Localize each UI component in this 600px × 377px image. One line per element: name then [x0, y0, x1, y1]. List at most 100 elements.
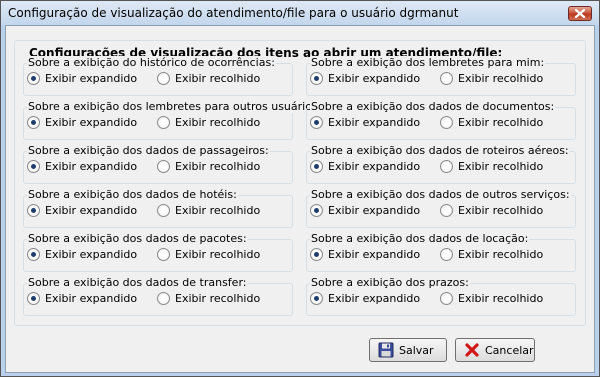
- radio-exibir-recolhido[interactable]: Exibir recolhido: [440, 204, 543, 217]
- option-group-label: Sobre a exibição dos dados de locação:: [310, 232, 530, 245]
- radio-button-indicator[interactable]: [157, 204, 170, 217]
- red-x-icon: [465, 343, 479, 357]
- option-group: Sobre a exibição dos dados de locação: Ex…: [306, 232, 576, 272]
- radio-button-indicator[interactable]: [157, 116, 170, 129]
- radio-exibir-recolhido[interactable]: Exibir recolhido: [157, 248, 260, 261]
- radio-label: Exibir expandido: [328, 248, 421, 261]
- radio-label: Exibir expandido: [45, 292, 138, 305]
- option-group-label: Sobre a exibição do histórico de ocorrên…: [27, 56, 276, 69]
- radio-button-indicator[interactable]: [27, 72, 40, 85]
- option-group: Sobre a exibição dos dados de hotéis: Exi…: [23, 188, 293, 228]
- option-group: Sobre a exibição dos dados de roteiros a…: [306, 144, 576, 184]
- radio-button-indicator[interactable]: [440, 160, 453, 173]
- option-group: Sobre a exibição dos dados de documentos…: [306, 100, 576, 140]
- radio-button-indicator[interactable]: [440, 116, 453, 129]
- cancel-button-label: Cancelar: [485, 343, 534, 357]
- radio-button-indicator[interactable]: [27, 116, 40, 129]
- radio-label: Exibir expandido: [328, 160, 421, 173]
- radio-button-indicator[interactable]: [27, 292, 40, 305]
- radio-label: Exibir recolhido: [458, 292, 544, 305]
- option-group: Sobre a exibição dos dados de pacotes: Ex…: [23, 232, 293, 272]
- option-group: Sobre a exibição dos dados de outros ser…: [306, 188, 576, 228]
- option-group-label: Sobre a exibição dos lembretes para mim:: [310, 56, 546, 69]
- radio-exibir-recolhido[interactable]: Exibir recolhido: [440, 292, 543, 305]
- dialog-window: Configuração de visualização do atendime…: [0, 0, 600, 377]
- radio-exibir-expandido[interactable]: Exibir expandido: [27, 160, 137, 173]
- radio-exibir-expandido[interactable]: Exibir expandido: [310, 72, 420, 85]
- radio-button-indicator[interactable]: [310, 160, 323, 173]
- radio-button-indicator[interactable]: [440, 204, 453, 217]
- dialog-client-area: Configurações de visualização dos itens …: [5, 25, 595, 373]
- radio-exibir-recolhido[interactable]: Exibir recolhido: [440, 72, 543, 85]
- radio-button-indicator[interactable]: [157, 72, 170, 85]
- radio-exibir-expandido[interactable]: Exibir expandido: [27, 248, 137, 261]
- radio-label: Exibir recolhido: [458, 248, 544, 261]
- radio-exibir-recolhido[interactable]: Exibir recolhido: [440, 160, 543, 173]
- floppy-disk-icon: [378, 342, 394, 358]
- radio-exibir-recolhido[interactable]: Exibir recolhido: [157, 204, 260, 217]
- option-group-label: Sobre a exibição dos dados de outros ser…: [310, 188, 571, 201]
- radio-button-indicator[interactable]: [157, 160, 170, 173]
- radio-label: Exibir expandido: [328, 116, 421, 129]
- radio-label: Exibir expandido: [328, 72, 421, 85]
- radio-exibir-recolhido[interactable]: Exibir recolhido: [440, 116, 543, 129]
- radio-button-indicator[interactable]: [27, 204, 40, 217]
- radio-button-indicator[interactable]: [310, 116, 323, 129]
- radio-exibir-recolhido[interactable]: Exibir recolhido: [157, 292, 260, 305]
- option-group-label: Sobre a exibição dos dados de documentos…: [310, 100, 556, 113]
- save-button[interactable]: Salvar: [369, 338, 447, 362]
- radio-button-indicator[interactable]: [157, 248, 170, 261]
- radio-label: Exibir recolhido: [175, 292, 261, 305]
- close-icon: [575, 9, 585, 18]
- radio-exibir-recolhido[interactable]: Exibir recolhido: [440, 248, 543, 261]
- option-group-label: Sobre a exibição dos dados de roteiros a…: [310, 144, 570, 157]
- radio-button-indicator[interactable]: [440, 292, 453, 305]
- radio-label: Exibir recolhido: [458, 116, 544, 129]
- radio-button-indicator[interactable]: [440, 248, 453, 261]
- radio-exibir-expandido[interactable]: Exibir expandido: [27, 292, 137, 305]
- radio-label: Exibir expandido: [45, 72, 138, 85]
- radio-label: Exibir recolhido: [458, 72, 544, 85]
- radio-label: Exibir expandido: [45, 248, 138, 261]
- radio-button-indicator[interactable]: [310, 72, 323, 85]
- option-group-label: Sobre a exibição dos dados de pacotes:: [27, 232, 248, 245]
- option-group-label: Sobre a exibição dos dados de hotéis:: [27, 188, 238, 201]
- radio-button-indicator[interactable]: [157, 292, 170, 305]
- radio-exibir-expandido[interactable]: Exibir expandido: [310, 160, 420, 173]
- radio-exibir-expandido[interactable]: Exibir expandido: [310, 116, 420, 129]
- radio-button-indicator[interactable]: [440, 72, 453, 85]
- radio-label: Exibir recolhido: [175, 248, 261, 261]
- radio-label: Exibir expandido: [45, 160, 138, 173]
- radio-exibir-expandido[interactable]: Exibir expandido: [27, 72, 137, 85]
- radio-label: Exibir recolhido: [458, 160, 544, 173]
- cancel-button[interactable]: Cancelar: [455, 338, 535, 362]
- radio-label: Exibir recolhido: [175, 72, 261, 85]
- option-group: Sobre a exibição dos dados de transfer: E…: [23, 276, 293, 316]
- radio-button-indicator[interactable]: [310, 204, 323, 217]
- radio-button-indicator[interactable]: [27, 160, 40, 173]
- radio-label: Exibir expandido: [45, 116, 138, 129]
- radio-label: Exibir expandido: [45, 204, 138, 217]
- option-group: Sobre a exibição do histórico de ocorrên…: [23, 56, 293, 96]
- radio-label: Exibir recolhido: [175, 204, 261, 217]
- radio-exibir-recolhido[interactable]: Exibir recolhido: [157, 160, 260, 173]
- radio-button-indicator[interactable]: [310, 248, 323, 261]
- radio-button-indicator[interactable]: [310, 292, 323, 305]
- radio-exibir-expandido[interactable]: Exibir expandido: [310, 248, 420, 261]
- radio-label: Exibir recolhido: [175, 116, 261, 129]
- radio-exibir-recolhido[interactable]: Exibir recolhido: [157, 72, 260, 85]
- close-button[interactable]: [568, 6, 592, 21]
- radio-exibir-expandido[interactable]: Exibir expandido: [310, 292, 420, 305]
- title-bar[interactable]: Configuração de visualização do atendime…: [1, 1, 599, 25]
- radio-exibir-recolhido[interactable]: Exibir recolhido: [157, 116, 260, 129]
- option-group-label: Sobre a exibição dos prazos:: [310, 276, 470, 289]
- radio-label: Exibir recolhido: [175, 160, 261, 173]
- radio-exibir-expandido[interactable]: Exibir expandido: [27, 116, 137, 129]
- radio-button-indicator[interactable]: [27, 248, 40, 261]
- radio-label: Exibir expandido: [328, 204, 421, 217]
- radio-label: Exibir expandido: [328, 292, 421, 305]
- window-title: Configuração de visualização do atendime…: [8, 6, 459, 20]
- radio-exibir-expandido[interactable]: Exibir expandido: [310, 204, 420, 217]
- save-button-label: Salvar: [399, 343, 434, 357]
- radio-exibir-expandido[interactable]: Exibir expandido: [27, 204, 137, 217]
